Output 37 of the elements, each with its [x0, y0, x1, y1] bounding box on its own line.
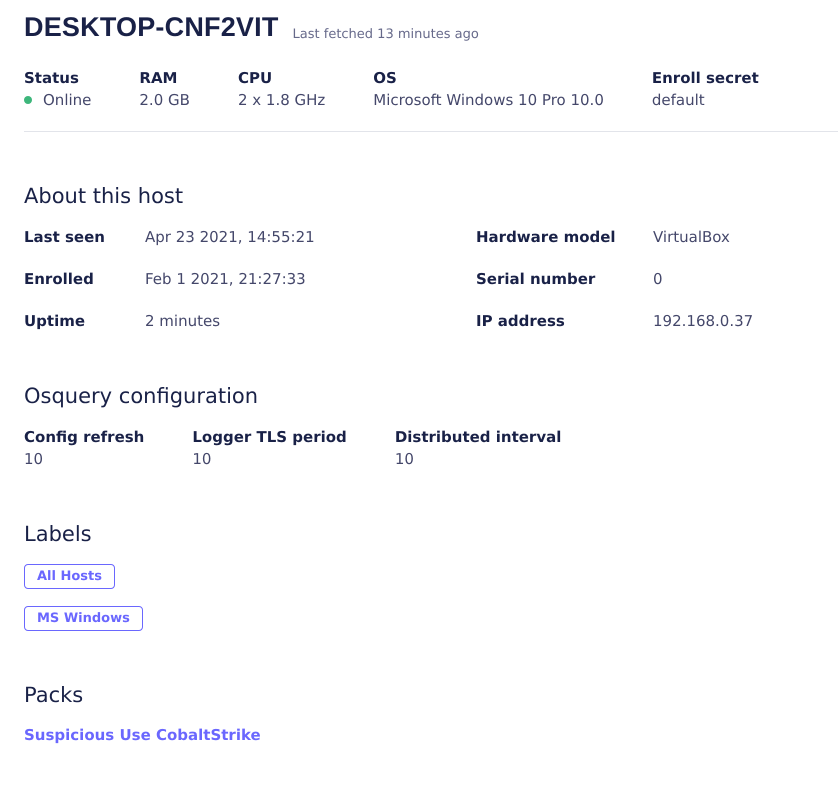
section-title: Osquery configuration	[24, 384, 260, 408]
field-value: 0	[653, 269, 664, 290]
field-label: Last seen	[24, 227, 106, 248]
field-label: IP address	[476, 311, 566, 332]
pack-link[interactable]: Suspicious Use CobaltStrike	[24, 726, 261, 744]
config-label: Distributed interval	[394, 427, 562, 448]
config-label: Config refresh	[24, 427, 144, 448]
status-value: Online	[43, 90, 92, 111]
field-label: Hardware model	[476, 227, 617, 248]
summary-label: OS	[373, 68, 398, 89]
field-value: 2 minutes	[145, 311, 222, 332]
summary-label: RAM	[139, 68, 178, 89]
section-title: About this host	[24, 184, 184, 208]
summary-value: Microsoft Windows 10 Pro 10.0	[373, 90, 604, 111]
field-label: Uptime	[24, 311, 86, 332]
config-value: 10	[24, 449, 44, 470]
field-value: Feb 1 2021, 21:27:33	[145, 269, 307, 290]
summary-value: 2 x 1.8 GHz	[238, 90, 326, 111]
label-tag-button[interactable]: All Hosts	[24, 564, 115, 589]
section-title: Labels	[24, 522, 93, 546]
summary-value: default	[652, 90, 705, 111]
summary-label: Status	[24, 68, 80, 89]
summary-label: Enroll secret	[652, 68, 759, 89]
label-tag-button[interactable]: MS Windows	[24, 606, 143, 631]
host-name: DESKTOP-CNF2VIT	[24, 12, 279, 43]
config-value: 10	[394, 449, 415, 470]
config-value: 10	[192, 449, 212, 470]
config-label: Logger TLS period	[192, 427, 347, 448]
last-fetched-text: Last fetched 13 minutes ago	[292, 27, 479, 42]
summary-label: CPU	[238, 68, 274, 89]
summary-value: 2.0 GB	[139, 90, 190, 111]
field-value: Apr 23 2021, 14:55:21	[145, 227, 316, 248]
field-value: 192.168.0.37	[653, 311, 754, 332]
field-label: Enrolled	[24, 269, 95, 290]
field-label: Serial number	[476, 269, 596, 290]
field-value: VirtualBox	[653, 227, 731, 248]
section-title: Packs	[24, 683, 84, 707]
